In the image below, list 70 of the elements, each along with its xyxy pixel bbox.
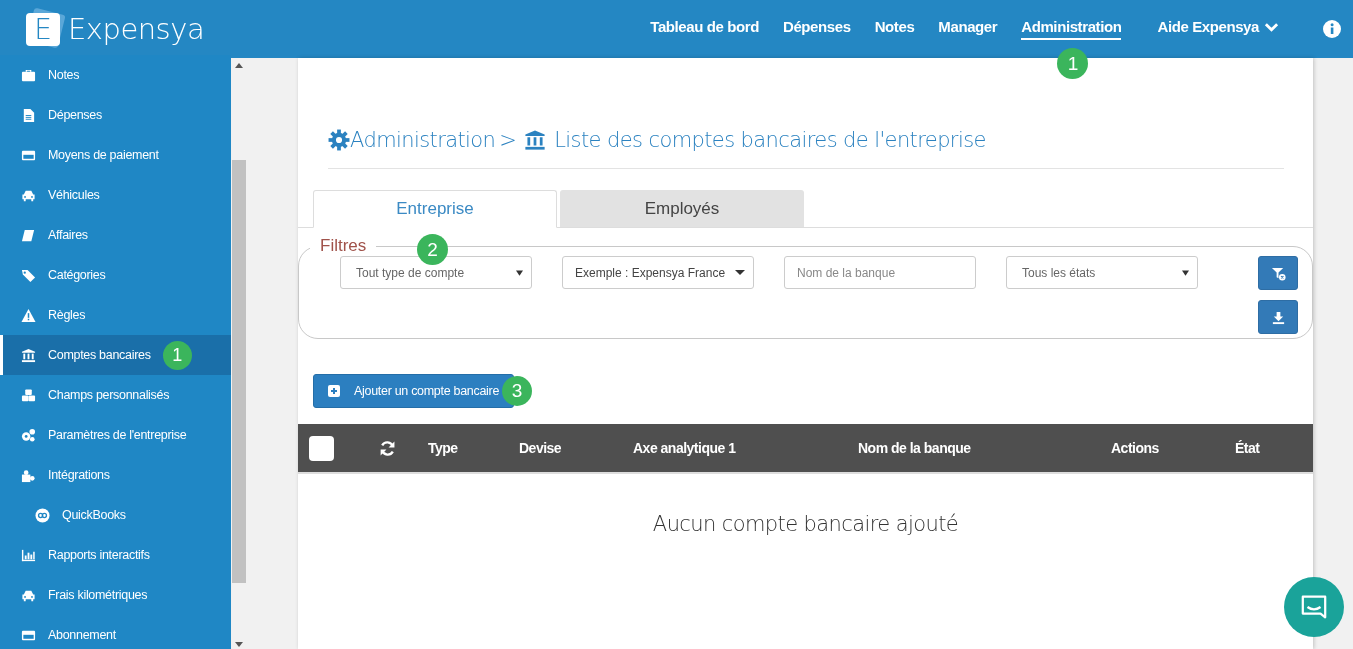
gear-icon — [328, 129, 350, 151]
tab[interactable]: Employés — [560, 190, 804, 227]
dropdown-arrow-icon — [516, 269, 523, 276]
nav-link[interactable]: Notes — [874, 18, 915, 40]
caret-icon — [735, 270, 745, 275]
chat-icon — [1300, 593, 1328, 621]
sidebar-item[interactable]: Champs personnalisés — [0, 375, 231, 415]
sidebar-item[interactable]: Abonnement — [0, 615, 231, 649]
filter-icon — [1270, 265, 1286, 281]
warning-icon — [21, 307, 36, 323]
column-header: Axe analytique 1 — [633, 440, 737, 456]
annotation-badge: 1 — [1057, 48, 1089, 79]
info-icon[interactable] — [1323, 20, 1341, 38]
cubes-icon — [21, 387, 36, 403]
gears-icon — [21, 427, 36, 443]
nav-link[interactable]: Tableau de bord — [650, 18, 759, 40]
nav-link[interactable]: Manager — [938, 18, 998, 40]
briefcase-icon — [21, 67, 36, 83]
sidebar-item[interactable]: Rapports interactifs — [0, 535, 231, 575]
breadcrumb-separator: > — [499, 128, 517, 152]
sidebar-item[interactable]: Véhicules — [0, 175, 231, 215]
download-button[interactable] — [1258, 300, 1298, 334]
sidebar-item[interactable]: Catégories — [0, 255, 231, 295]
book-icon — [21, 227, 36, 243]
bar-chart-icon — [21, 547, 36, 563]
puzzle-icon — [21, 467, 36, 483]
chevron-down-icon — [1264, 21, 1279, 32]
sidebar-item[interactable]: QuickBooks — [0, 495, 231, 535]
select-field[interactable]: Tout type de compte — [340, 256, 532, 289]
select-field[interactable]: Tous les états — [1006, 256, 1198, 289]
refresh-icon[interactable] — [379, 439, 396, 457]
breadcrumb-link[interactable]: Administration — [350, 128, 496, 152]
search-field[interactable]: Nom de la banque — [784, 256, 976, 289]
sidebar-item[interactable]: Moyens de paiement — [0, 135, 231, 175]
column-header: Type — [428, 440, 459, 456]
dropdown-arrow-icon — [1182, 269, 1189, 276]
sidebar-item[interactable]: Frais kilométriques — [0, 575, 231, 615]
sidebar-item[interactable]: Affaires — [0, 215, 231, 255]
logo-icon: E — [26, 10, 64, 48]
annotation-badge: 1 — [162, 340, 192, 370]
column-header: Nom de la banque — [858, 440, 972, 456]
bank-icon — [21, 347, 36, 363]
tag-icon — [21, 267, 36, 283]
qb-circle-icon — [35, 507, 50, 523]
chat-button[interactable] — [1284, 577, 1344, 637]
sidebar-item[interactable]: Paramètres de l'entreprise — [0, 415, 231, 455]
tab[interactable]: Entreprise — [313, 190, 557, 228]
select-all-checkbox[interactable] — [309, 435, 334, 461]
column-header: Actions — [1111, 440, 1160, 456]
nav-link[interactable]: Dépenses — [783, 18, 851, 40]
column-header: Devise — [519, 440, 563, 456]
document-icon — [21, 107, 36, 123]
annotation-badge: 2 — [417, 234, 448, 265]
download-icon — [1270, 309, 1286, 325]
annotation-badge: 3 — [502, 376, 532, 406]
plus-icon — [328, 385, 340, 397]
column-header: État — [1235, 440, 1260, 456]
filters-legend: Filtres — [310, 236, 377, 256]
dropdown-button[interactable]: Exemple : Expensya France — [562, 256, 754, 289]
page-title: Liste des comptes bancaires de l'entreprise — [554, 128, 986, 152]
bank-icon — [524, 129, 547, 151]
empty-message: Aucun compte bancaire ajouté — [651, 512, 960, 536]
sidebar-item[interactable]: Dépenses — [0, 95, 231, 135]
sidebar-item[interactable]: Comptes bancaires 1 — [0, 335, 231, 375]
clear-filter-button[interactable] — [1258, 256, 1298, 290]
sidebar-item[interactable]: Intégrations — [0, 455, 231, 495]
sidebar-item[interactable]: Règles — [0, 295, 231, 335]
brand-name: Expensya — [68, 12, 205, 46]
sidebar-item[interactable]: Notes — [0, 55, 231, 95]
help-menu[interactable]: Aide Expensya — [1157, 18, 1279, 40]
